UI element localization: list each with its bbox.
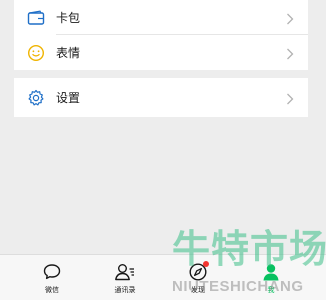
menu-item-settings-label: 设置: [56, 90, 81, 105]
menu-item-cards[interactable]: 卡包: [14, 0, 308, 35]
menu-item-settings[interactable]: 设置: [14, 78, 308, 117]
watermark-pinyin-text: NIUTESHICHANG: [172, 278, 304, 295]
chat-bubble-icon: [41, 261, 63, 283]
chevron-right-icon: [286, 92, 294, 104]
menu-item-stickers[interactable]: 表情: [14, 35, 308, 70]
gear-icon: [27, 89, 45, 107]
menu-group-top: 卡包 表情: [14, 0, 308, 70]
tab-chats[interactable]: 微信: [22, 261, 82, 299]
me-page: 卡包 表情 设置 微信 通讯录 发现 我 牛特市场 NIUTESHICHANG: [0, 0, 326, 300]
chevron-right-icon: [286, 47, 294, 59]
watermark-chinese-text: 牛特市场: [172, 229, 326, 271]
chevron-right-icon: [286, 12, 294, 24]
contacts-icon: [114, 261, 136, 283]
wallet-icon: [27, 9, 45, 27]
tab-contacts[interactable]: 通讯录: [95, 261, 155, 299]
menu-group-settings: 设置: [14, 78, 308, 117]
tab-contacts-label: 通讯录: [114, 287, 136, 294]
menu-item-cards-label: 卡包: [56, 10, 81, 25]
menu-item-stickers-label: 表情: [56, 45, 81, 60]
watermark: 牛特市场 NIUTESHICHANG: [172, 228, 326, 300]
tab-chats-label: 微信: [45, 287, 59, 294]
smiley-icon: [27, 44, 45, 62]
